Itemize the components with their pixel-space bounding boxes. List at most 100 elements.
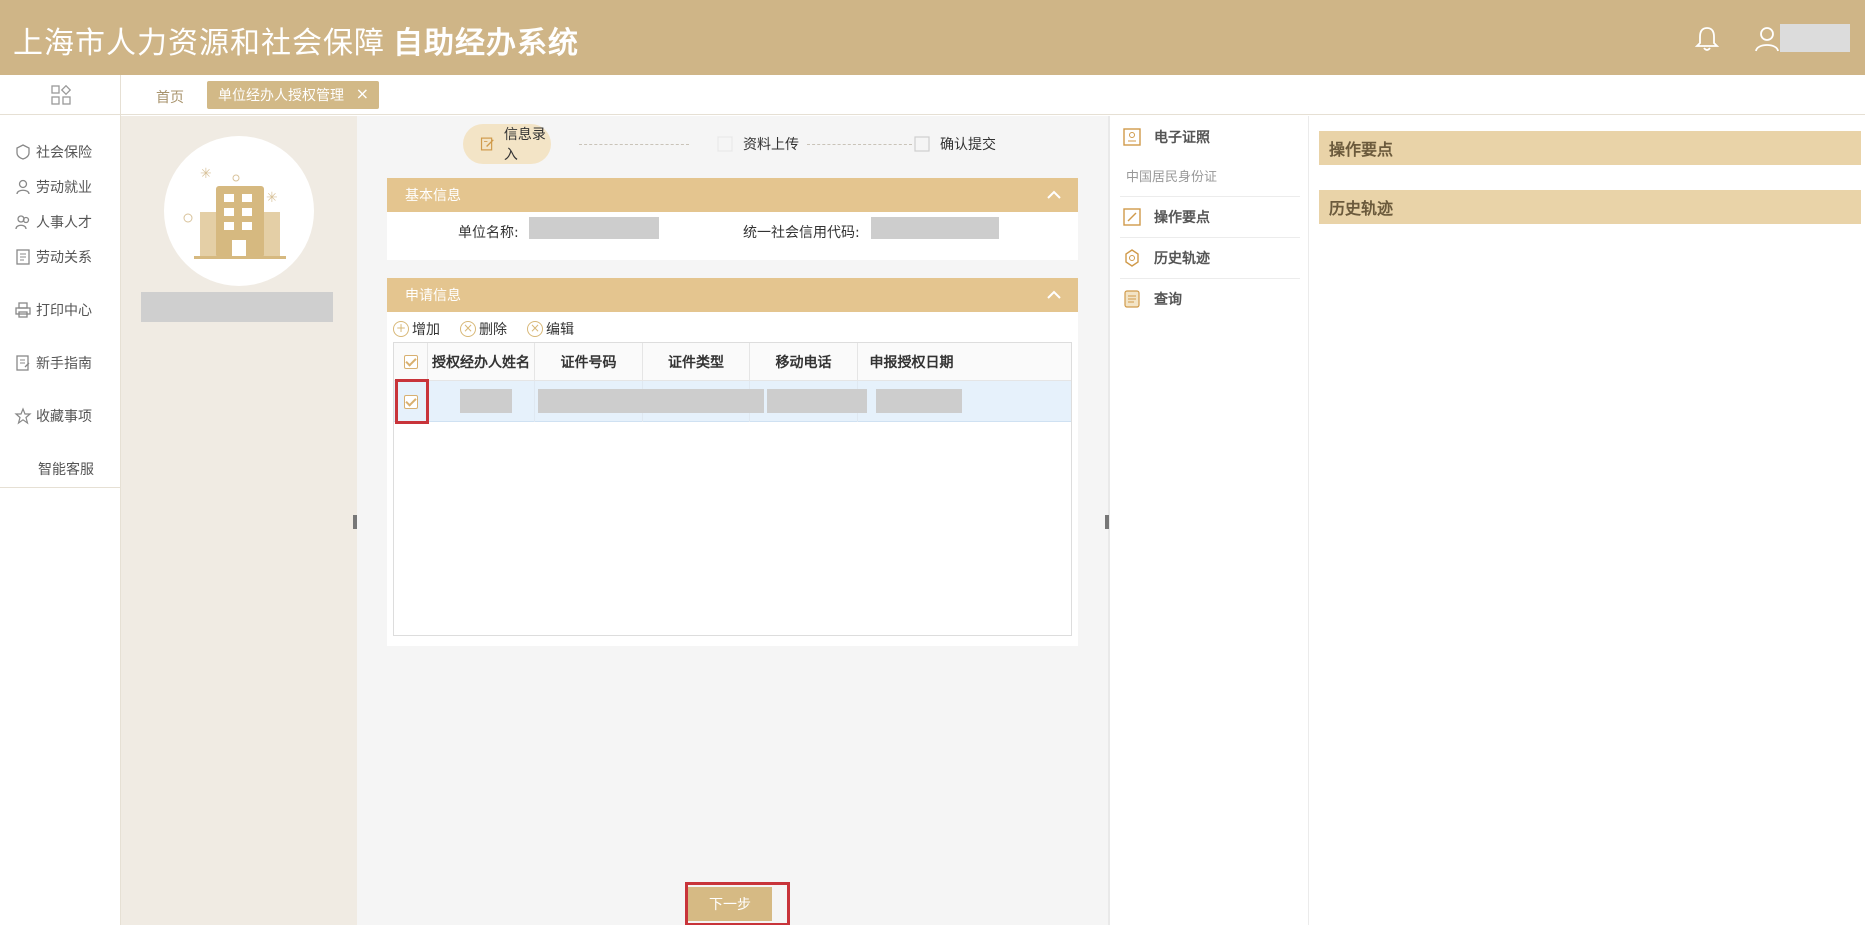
right-menu-label: 操作要点 (1154, 210, 1210, 226)
collapse-right-handle[interactable] (1105, 515, 1109, 529)
cell-id-type (643, 381, 764, 422)
step-connector (807, 144, 912, 145)
operation-icon (1123, 208, 1141, 226)
checkbox-highlight (395, 379, 429, 424)
app-title: 上海市人力资源和社会保障 自助经办系统 (13, 18, 579, 62)
unit-name-redacted (141, 292, 333, 322)
mobile-redacted (767, 389, 867, 413)
name-redacted (460, 389, 512, 413)
column-header-name: 授权经办人姓名 (428, 343, 535, 381)
credit-code-label: 统一社会信用代码: (743, 225, 860, 241)
edit-form-icon (480, 137, 494, 151)
right-info-panel: 操作要点 历史轨迹 (1310, 116, 1865, 925)
user-icon[interactable] (1752, 24, 1782, 54)
operation-points-header[interactable]: 操作要点 (1319, 131, 1861, 165)
nav-item-employment[interactable]: 劳动就业 (14, 177, 92, 197)
nav-item-social-insurance[interactable]: 社会保险 (14, 142, 92, 162)
next-step-button[interactable]: 下一步 (688, 887, 772, 921)
nav-item-personnel[interactable]: 人事人才 (14, 212, 92, 232)
nav-item-labor-relations[interactable]: 劳动关系 (14, 247, 92, 267)
credit-code-value-redacted (871, 217, 999, 239)
app-title-sub: 自助经办系统 (393, 26, 579, 61)
nav-item-label: 收藏事项 (36, 409, 92, 425)
history-header[interactable]: 历史轨迹 (1319, 190, 1861, 224)
column-header-date: 申报授权日期 (869, 355, 954, 371)
edit-button[interactable]: × 编辑 (527, 319, 574, 339)
right-menu-operation-points[interactable]: 操作要点 (1122, 207, 1210, 227)
nav-item-label: 社会保险 (36, 145, 92, 161)
date-redacted (876, 389, 962, 413)
user-name-redacted[interactable] (1780, 24, 1850, 52)
tab-label: 单位经办人授权管理 (218, 88, 344, 104)
nav-item-smart-service[interactable]: 智能客服 (38, 459, 94, 479)
chevron-up-icon[interactable] (1046, 187, 1062, 203)
add-button[interactable]: + 增加 (393, 319, 440, 339)
employment-icon (16, 179, 30, 195)
step-confirm-submit[interactable]: 确认提交 (902, 124, 1022, 164)
basic-info-header[interactable]: 基本信息 (387, 178, 1078, 212)
close-icon[interactable]: × (356, 84, 369, 103)
bell-icon[interactable] (1692, 24, 1722, 54)
cell-id-number (535, 381, 658, 422)
right-menu-divider (1120, 196, 1300, 197)
delete-icon: × (460, 321, 476, 337)
grid-menu-toggle[interactable] (0, 75, 121, 115)
nav-item-label: 劳动关系 (36, 250, 92, 266)
tab-home[interactable]: 首页 (156, 87, 184, 107)
panel-title: 申请信息 (405, 288, 461, 304)
nav-item-print-center[interactable]: 打印中心 (14, 300, 92, 320)
main-content: 信息录入 资料上传 确认提交 基本信息 单位名称: 统一社会信用代码: 申请信息 (357, 116, 1108, 925)
right-menu-query[interactable]: 查询 (1122, 289, 1182, 309)
table-row[interactable] (394, 381, 1071, 422)
right-menu: 电子证照 中国居民身份证 操作要点 历史轨迹 查询 (1110, 116, 1309, 925)
right-menu-label: 查询 (1154, 292, 1182, 308)
nav-divider (0, 487, 121, 488)
column-header-id-number: 证件号码 (535, 343, 643, 381)
application-info-header[interactable]: 申请信息 (387, 278, 1078, 312)
star-icon (14, 407, 32, 425)
confirm-icon (914, 136, 930, 152)
select-all-checkbox[interactable] (403, 355, 418, 369)
cell-date (858, 381, 965, 422)
insurance-icon (16, 144, 30, 160)
basic-info-panel: 基本信息 单位名称: 统一社会信用代码: (387, 178, 1078, 260)
id-type-redacted (646, 389, 764, 413)
nav-item-guide[interactable]: 新手指南 (14, 353, 92, 373)
right-menu-history[interactable]: 历史轨迹 (1122, 248, 1210, 268)
building-avatar: ✳ ✳ (164, 136, 314, 286)
panel-title: 基本信息 (405, 188, 461, 204)
column-header-mobile: 移动电话 (750, 343, 858, 381)
nav-item-label: 智能客服 (38, 462, 94, 478)
application-info-panel: 申请信息 + 增加 × 删除 × 编辑 授权经办人姓名 证件号码 证件类型 移动电话 … (387, 278, 1078, 646)
app-title-main: 上海市人力资源和社会保障 (13, 26, 385, 61)
certificate-icon (1123, 128, 1141, 146)
app-header: 上海市人力资源和社会保障 自助经办系统 (0, 0, 1865, 75)
right-menu-label: 历史轨迹 (1154, 251, 1210, 267)
step-upload[interactable]: 资料上传 (697, 124, 817, 164)
right-menu-e-certificate[interactable]: 电子证照 (1122, 127, 1210, 147)
step-label: 资料上传 (743, 137, 799, 153)
nav-item-favorites[interactable]: 收藏事项 (14, 406, 92, 426)
id-card-type-text[interactable]: 中国居民身份证 (1126, 166, 1217, 185)
select-all-checkbox-cell[interactable] (394, 343, 428, 381)
svg-text:✳: ✳ (200, 166, 212, 182)
step-label: 信息录入 (503, 127, 546, 163)
upload-icon (717, 136, 733, 152)
tab-bar: 首页 单位经办人授权管理 × (121, 75, 1865, 115)
nav-item-label: 新手指南 (36, 356, 92, 372)
edit-icon: × (527, 321, 543, 337)
cell-mobile (750, 381, 867, 422)
nav-item-label: 劳动就业 (36, 180, 92, 196)
personnel-icon (15, 215, 30, 230)
step-info-entry[interactable]: 信息录入 (463, 124, 551, 164)
plus-icon: + (393, 321, 409, 337)
history-icon (1125, 249, 1139, 267)
chevron-up-icon[interactable] (1046, 287, 1062, 303)
nav-item-label: 打印中心 (36, 303, 92, 319)
delete-button[interactable]: × 删除 (460, 319, 507, 339)
id-number-redacted (538, 389, 658, 413)
cell-name (428, 381, 535, 422)
tab-authorization-management[interactable]: 单位经办人授权管理 × (207, 81, 379, 109)
step-label: 确认提交 (940, 137, 996, 153)
building-icon: ✳ ✳ (183, 166, 286, 259)
